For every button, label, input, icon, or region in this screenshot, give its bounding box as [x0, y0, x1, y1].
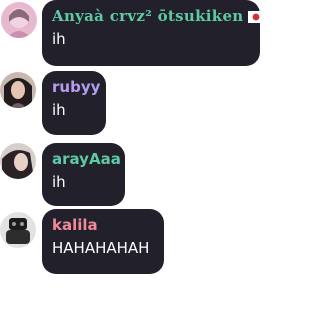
avatar[interactable] [0, 212, 36, 248]
avatar[interactable] [0, 72, 36, 108]
message-bubble: arayAaa ih [42, 143, 125, 206]
message-text: HAHAHAHAH [52, 239, 150, 257]
avatar-image [0, 143, 36, 179]
avatar[interactable] [1, 2, 37, 38]
username-text: Anyaà crvz² ōtsukiken [52, 7, 244, 25]
message-bubble: Anyaà crvz² ōtsukiken ih [42, 0, 264, 66]
message-username[interactable]: Anyaà crvz² ōtsukiken [52, 7, 264, 26]
avatar[interactable] [0, 143, 36, 179]
avatar-image [1, 2, 37, 38]
message-username[interactable]: arayAaa [52, 150, 121, 169]
message-text: ih [52, 30, 66, 48]
message-bubble: rubyy ih [42, 71, 106, 135]
message-username[interactable]: kalila [52, 216, 154, 235]
avatar-image [0, 212, 36, 248]
message-bubble: kalila HAHAHAHAH [42, 209, 164, 274]
message-text: ih [52, 101, 66, 119]
message-username[interactable]: rubyy [52, 78, 100, 97]
message-text: ih [52, 173, 66, 191]
japan-flag-icon [247, 11, 264, 23]
avatar-image [0, 72, 36, 108]
